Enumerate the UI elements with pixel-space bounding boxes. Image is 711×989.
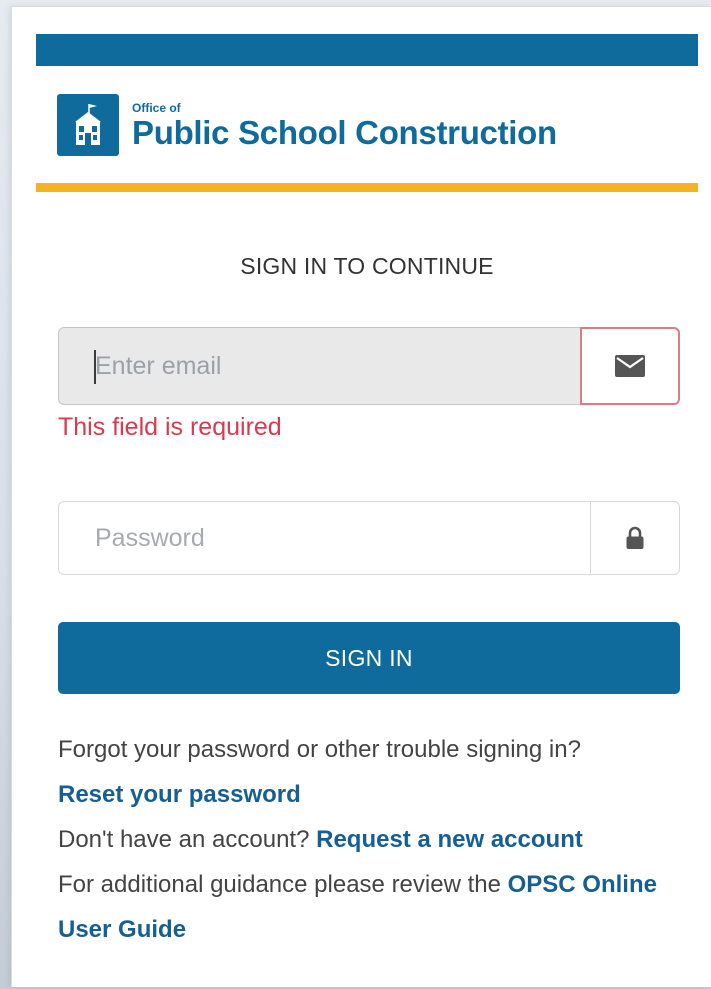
lock-icon xyxy=(590,501,680,575)
signin-heading: SIGN IN TO CONTINUE xyxy=(240,253,494,279)
guidance-text: For additional guidance please review th… xyxy=(58,871,501,898)
logo-title: Public School Construction xyxy=(132,113,557,151)
no-account-text: Don't have an account? xyxy=(58,826,310,853)
envelope-icon xyxy=(580,327,680,405)
text-caret xyxy=(94,350,96,384)
opsc-logo: Office of Public School Construction xyxy=(57,94,557,156)
password-input[interactable] xyxy=(58,501,590,575)
email-error-message: This field is required xyxy=(58,413,282,441)
request-account-link[interactable]: Request a new account xyxy=(316,826,583,853)
top-brand-bar xyxy=(36,34,698,66)
reset-password-link[interactable]: Reset your password xyxy=(58,781,301,808)
password-input-group xyxy=(58,501,680,575)
email-input-group xyxy=(58,327,680,405)
trouble-text: Forgot your password or other trouble si… xyxy=(58,736,581,763)
gold-divider xyxy=(36,183,698,192)
login-card: Office of Public School Construction SIG… xyxy=(11,6,711,987)
schoolhouse-icon xyxy=(57,94,119,156)
email-input[interactable] xyxy=(58,327,580,405)
sign-in-button[interactable]: SIGN IN xyxy=(58,622,680,694)
help-section: Forgot your password or other trouble si… xyxy=(58,727,698,952)
logo-office-of: Office of xyxy=(132,100,181,115)
